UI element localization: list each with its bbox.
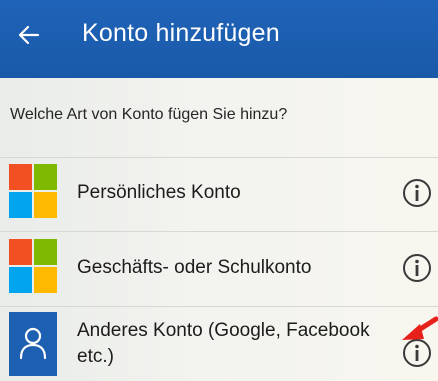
account-option-personal[interactable]: Persönliches Konto (0, 158, 438, 230)
account-option-label-line: Anderes Konto (Google, Facebook (77, 320, 370, 341)
info-icon[interactable] (402, 178, 432, 208)
account-option-work-school[interactable]: Geschäfts- oder Schulkonto (0, 233, 438, 305)
back-arrow-icon[interactable] (16, 22, 42, 48)
info-icon[interactable] (402, 253, 432, 283)
add-account-screen: Konto hinzufügen Welche Art von Konto fü… (0, 0, 438, 381)
account-type-question: Welche Art von Konto fügen Sie hinzu? (10, 106, 288, 123)
account-option-label: Anderes Konto (Google, Facebook etc.) (77, 318, 370, 370)
divider (0, 306, 438, 307)
account-option-label: Geschäfts- oder Schulkonto (77, 257, 312, 278)
app-bar: Konto hinzufügen (0, 0, 438, 78)
account-option-label: Persönliches Konto (77, 182, 241, 203)
person-icon (9, 312, 57, 376)
account-option-other[interactable]: Anderes Konto (Google, Facebook etc.) (0, 308, 438, 381)
page-title: Konto hinzufügen (82, 19, 280, 47)
red-arrow-icon (402, 316, 438, 340)
microsoft-logo-icon (9, 239, 57, 293)
microsoft-logo-icon (9, 164, 57, 218)
divider (0, 231, 438, 232)
account-option-label-line: etc.) (77, 346, 114, 367)
